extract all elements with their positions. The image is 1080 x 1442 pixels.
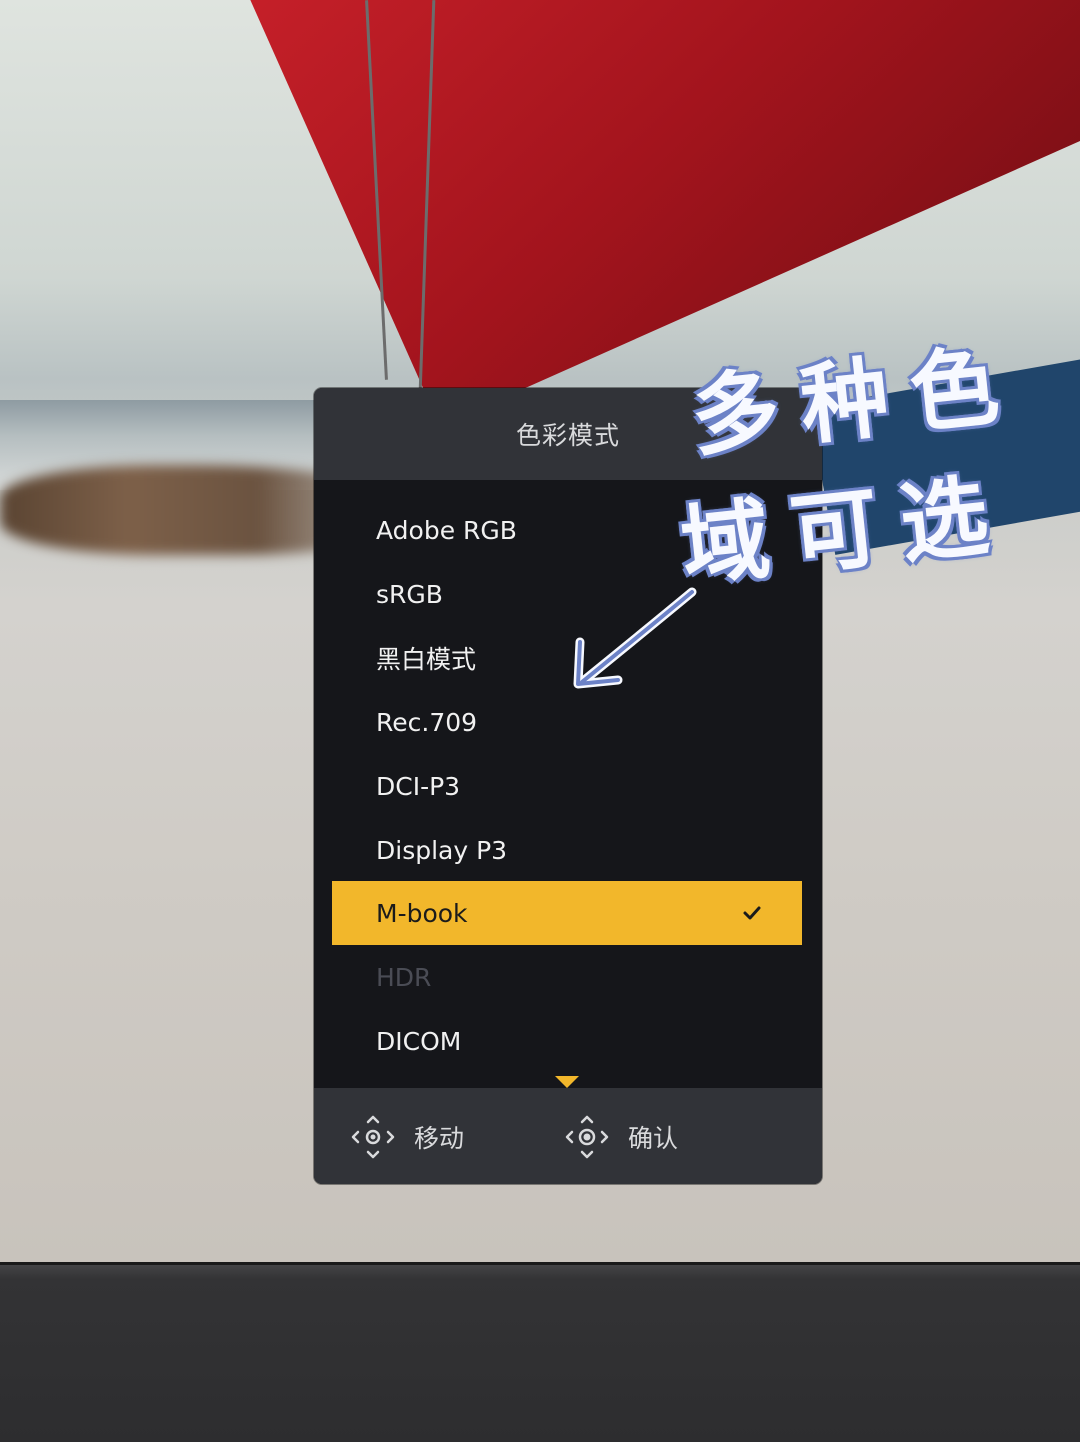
move-hint: 移动 bbox=[350, 1114, 464, 1160]
move-label: 移动 bbox=[414, 1124, 465, 1153]
confirm-hint: 确认 bbox=[564, 1114, 678, 1160]
color-mode-label: Adobe RGB bbox=[376, 515, 517, 545]
osd-title: 色彩模式 bbox=[515, 421, 620, 450]
monitor-bezel bbox=[0, 1262, 1080, 1442]
scroll-down-arrow-icon[interactable] bbox=[555, 1076, 579, 1088]
color-mode-item-dci-p3[interactable]: DCI-P3 bbox=[332, 754, 802, 818]
color-mode-label: DICOM bbox=[376, 1026, 462, 1056]
confirm-label: 确认 bbox=[628, 1124, 679, 1153]
color-mode-item-m-book[interactable]: M-book bbox=[332, 881, 802, 945]
color-mode-item-display-p3[interactable]: Display P3 bbox=[332, 818, 802, 882]
color-mode-label: Rec.709 bbox=[376, 707, 478, 737]
osd-footer: 移动 确认 bbox=[314, 1088, 822, 1184]
color-mode-label: DCI-P3 bbox=[376, 771, 461, 801]
annotation-arrow-icon bbox=[573, 587, 697, 689]
color-mode-label: Display P3 bbox=[376, 835, 508, 865]
joystick-move-icon bbox=[351, 1115, 395, 1159]
color-mode-item-dicom[interactable]: DICOM bbox=[332, 1009, 802, 1073]
color-mode-label: M-book bbox=[376, 898, 468, 928]
color-mode-label: 黑白模式 bbox=[376, 645, 477, 674]
joystick-press-icon bbox=[565, 1115, 609, 1159]
checkmark-icon bbox=[743, 906, 761, 920]
color-mode-item-hdr: HDR bbox=[332, 945, 802, 1009]
color-mode-label: sRGB bbox=[376, 579, 443, 609]
color-mode-label: HDR bbox=[376, 962, 432, 992]
